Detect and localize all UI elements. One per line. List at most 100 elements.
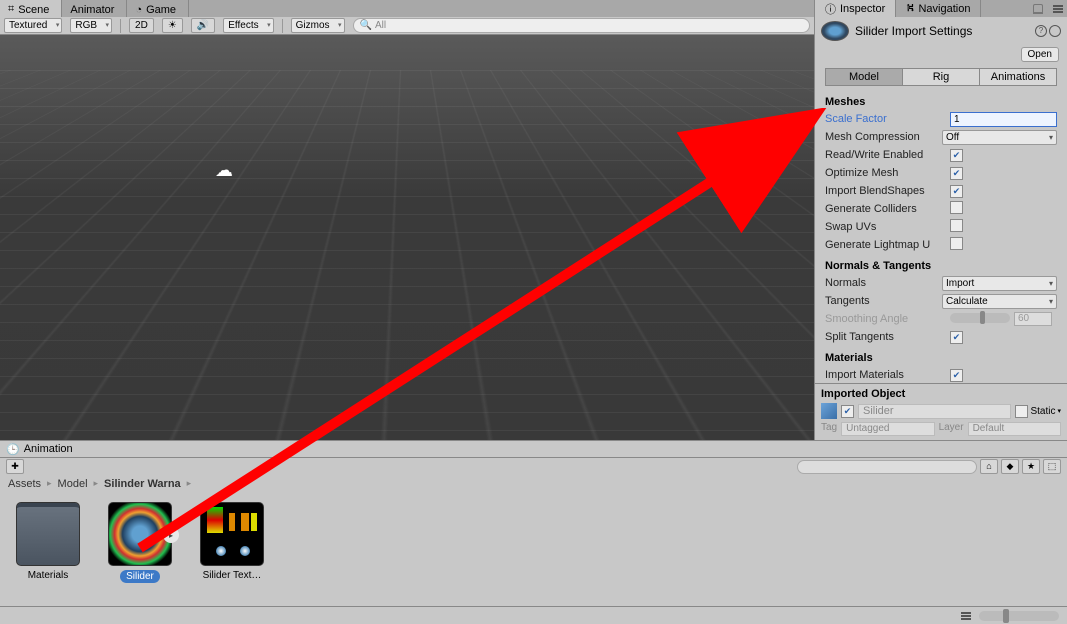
mesh-compression-label: Mesh Compression [825,131,942,143]
tag-dropdown[interactable]: Untagged [841,422,934,436]
clock-icon: 🕒 [6,443,20,456]
tangents-dropdown[interactable]: Calculate [942,294,1057,309]
smoothing-label: Smoothing Angle [825,313,950,325]
static-label: Static [1030,406,1055,417]
type-filter-button[interactable]: ◆ [1001,459,1019,474]
tab-inspector[interactable]: ⓘ Inspector [815,0,896,17]
help-icon[interactable]: ? [1035,25,1047,37]
open-button[interactable]: Open [1021,47,1059,62]
asset-label: Materials [28,570,69,581]
split-tangents-checkbox[interactable]: ✔ [950,331,963,344]
tab-navigation[interactable]: ⛕ Navigation [896,0,981,17]
rgb-dropdown[interactable]: RGB [70,18,112,33]
filter-button[interactable]: ⌂ [980,459,998,474]
object-name-field: Silider [858,404,1011,419]
pacman-icon: ◔ [135,4,142,16]
scale-factor-input[interactable] [950,112,1057,127]
camera-gizmo-icon: ☁ [215,160,233,181]
materials-header: Materials [825,352,1057,364]
scene-icon: ⌗ [8,3,14,16]
breadcrumb-assets[interactable]: Assets [8,478,41,490]
blendshapes-label: Import BlendShapes [825,185,950,197]
layer-dropdown[interactable]: Default [968,422,1061,436]
asset-label: Silider [120,570,160,583]
gear-icon[interactable] [1049,25,1061,37]
optimize-mesh-checkbox[interactable]: ✔ [950,167,963,180]
tab-navigation-label: Navigation [918,3,970,15]
asset-materials-folder[interactable]: Materials [12,502,84,581]
asset-icon [821,21,849,41]
panel-menu-icon[interactable] [1053,8,1063,10]
audio-toggle[interactable]: 🔊 [191,18,215,33]
split-tangents-label: Split Tangents [825,331,950,343]
breadcrumb-silinder[interactable]: Silinder Warna [104,478,181,490]
breadcrumb: Assets▸ Model▸ Silinder Warna▸ [0,475,1067,492]
breadcrumb-model[interactable]: Model [58,478,88,490]
scene-search-input[interactable]: 🔍All [353,18,810,33]
normals-label: Normals [825,277,942,289]
model-icon: ▸ [108,502,172,566]
thumbnail-size-slider[interactable] [979,611,1059,621]
tab-scene[interactable]: ⌗ Scene [0,0,62,17]
search-placeholder: All [375,20,386,31]
tab-scene-label: Scene [18,4,49,16]
imported-object-header: Imported Object [821,388,1061,400]
inspector-title: Silider Import Settings [855,24,972,38]
layer-label: Layer [939,422,964,436]
effects-dropdown[interactable]: Effects [223,18,273,33]
import-materials-label: Import Materials [825,369,950,381]
normals-header: Normals & Tangents [825,260,1057,272]
asset-label: Silider Text… [203,570,262,581]
blendshapes-checkbox[interactable]: ✔ [950,185,963,198]
info-icon: ⓘ [825,1,836,17]
swap-uvs-checkbox[interactable] [950,219,963,232]
save-search-button[interactable]: ⬚ [1043,459,1061,474]
asset-silider-texture[interactable]: Silider Text… [196,502,268,581]
prefab-icon [821,403,837,419]
tag-label: Tag [821,422,837,436]
gizmos-dropdown[interactable]: Gizmos [291,18,345,33]
scene-view[interactable]: ☁ [0,35,814,440]
colliders-label: Generate Colliders [825,203,950,215]
create-button[interactable]: ✚ [6,459,24,474]
mesh-compression-dropdown[interactable]: Off [942,130,1057,145]
tab-game-label: Game [146,4,176,16]
2d-toggle[interactable]: 2D [129,18,154,33]
tangents-label: Tangents [825,295,942,307]
scene-toolbar: Textured RGB 2D ☀ 🔊 Effects Gizmos 🔍All [0,17,814,35]
favorite-button[interactable]: ★ [1022,459,1040,474]
asset-silider-model[interactable]: ▸ Silider [104,502,176,583]
texture-icon [200,502,264,566]
lightmap-checkbox[interactable] [950,237,963,250]
tab-inspector-label: Inspector [840,3,885,15]
expand-icon[interactable]: ▸ [163,527,179,543]
import-materials-checkbox[interactable]: ✔ [950,369,963,382]
read-write-checkbox[interactable]: ✔ [950,149,963,162]
tab-game[interactable]: ◔ Game [127,0,189,17]
animation-tab-label[interactable]: Animation [24,443,73,455]
shading-mode-dropdown[interactable]: Textured [4,18,62,33]
swap-uvs-label: Swap UVs [825,221,950,233]
static-checkbox[interactable] [1015,405,1028,418]
scene-tabs: ⌗ Scene Animator ◔ Game [0,0,814,17]
list-view-icon[interactable] [961,615,971,617]
subtab-animations[interactable]: Animations [980,68,1057,86]
subtab-model[interactable]: Model [825,68,903,86]
colliders-checkbox[interactable] [950,201,963,214]
lock-icon[interactable] [1033,4,1043,14]
project-search-input[interactable] [797,460,977,474]
normals-dropdown[interactable]: Import [942,276,1057,291]
tab-animator-label: Animator [70,4,114,16]
lighting-toggle[interactable]: ☀ [162,18,183,33]
smoothing-value: 60 [1014,312,1052,326]
smoothing-slider [950,313,1010,323]
folder-icon [16,502,80,566]
search-icon: 🔍 [360,20,372,31]
enabled-checkbox[interactable]: ✔ [841,405,854,418]
nav-icon: ⛕ [906,2,914,16]
scale-factor-label: Scale Factor [825,113,950,125]
tab-animator[interactable]: Animator [62,0,127,17]
project-assets-grid[interactable]: Materials ▸ Silider Silider Text… [0,492,1067,606]
subtab-rig[interactable]: Rig [903,68,980,86]
lightmap-label: Generate Lightmap U [825,239,950,251]
